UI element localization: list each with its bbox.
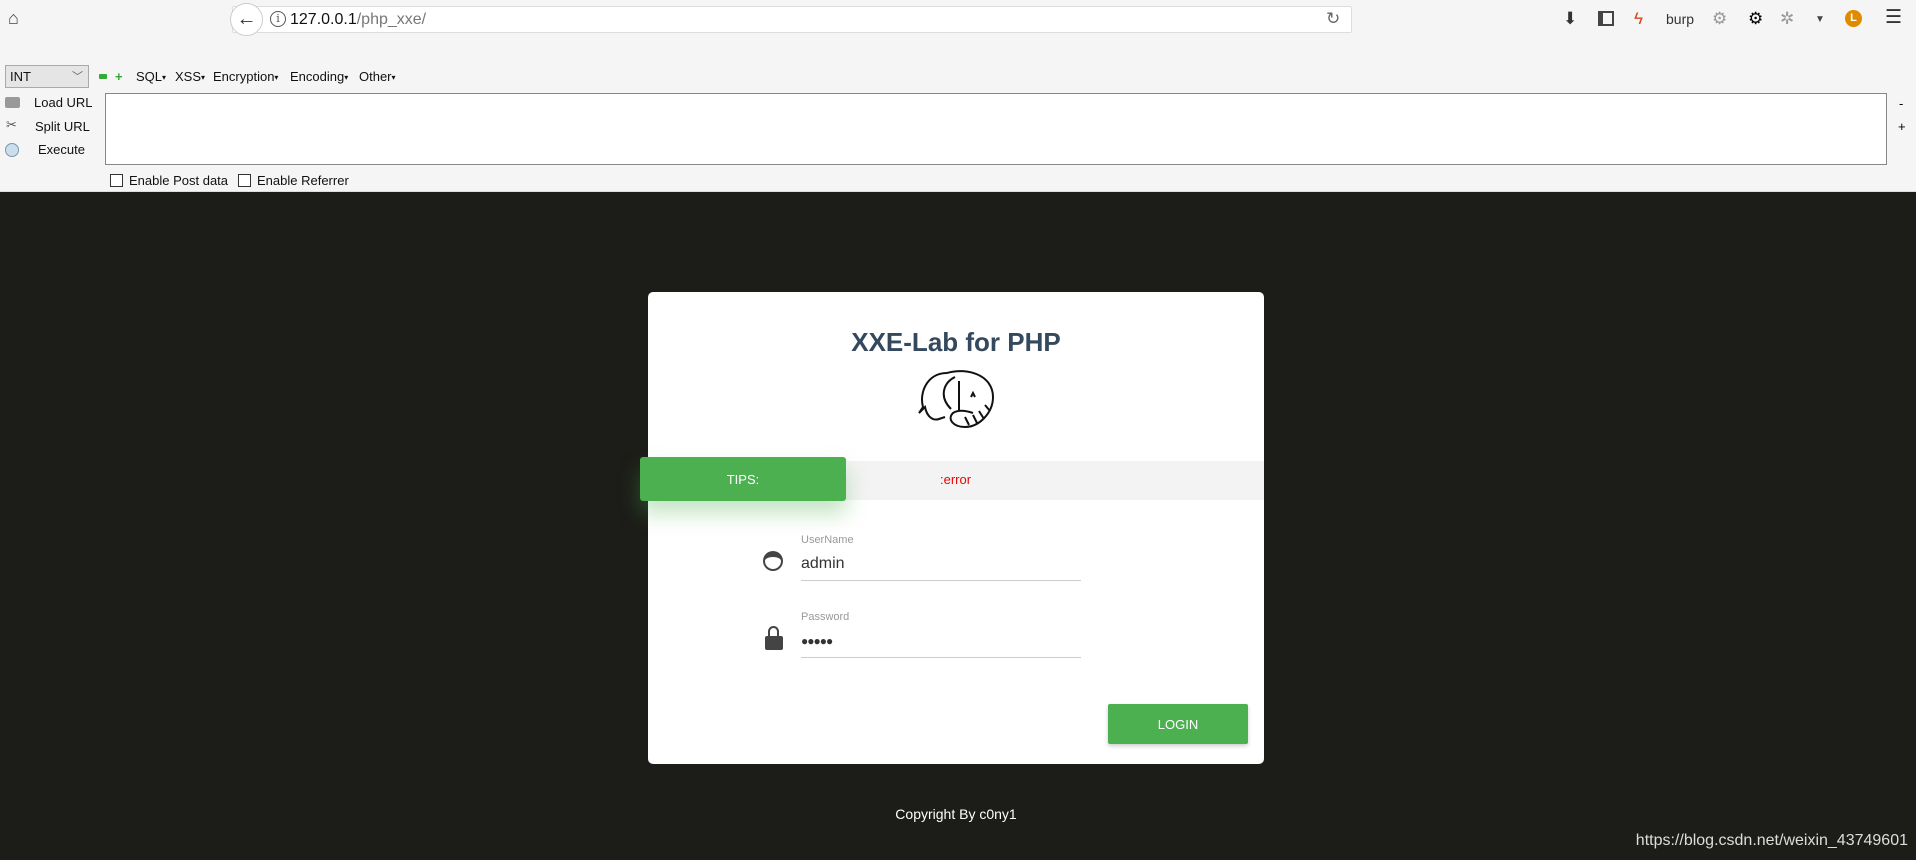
menu-icon[interactable]: ☰ [1885, 6, 1902, 29]
burp-button[interactable]: burp [1666, 11, 1694, 27]
extension-l-icon[interactable]: L [1845, 10, 1862, 27]
url-text[interactable]: 127.0.0.1/php_xxe/ [290, 11, 426, 29]
password-underline [801, 657, 1081, 658]
grow-button[interactable]: + [1898, 119, 1906, 134]
menu-encoding[interactable]: Encoding [290, 69, 348, 84]
login-button[interactable]: LOGIN [1108, 704, 1248, 744]
page-title: XXE-Lab for PHP [851, 327, 1061, 357]
chevron-down-icon[interactable]: ▼ [1815, 14, 1825, 25]
enable-post-label: Enable Post data [129, 173, 229, 188]
shrink-button[interactable]: - [1899, 96, 1903, 111]
back-button[interactable]: ← [230, 3, 263, 36]
sidebar-icon[interactable] [1598, 11, 1614, 26]
split-url-button[interactable]: Split URL [35, 119, 90, 134]
execute-icon [5, 143, 19, 157]
menu-xss[interactable]: XSS [175, 69, 205, 84]
scissors-icon: ✂ [6, 117, 17, 132]
login-card [648, 292, 1264, 764]
enable-referrer-checkbox[interactable]: Enable Referrer [238, 173, 349, 188]
menu-sql[interactable]: SQL [136, 69, 166, 84]
menu-encryption[interactable]: Encryption [213, 69, 278, 84]
settings-gray-icon[interactable]: ⚙ [1712, 9, 1727, 29]
user-icon [763, 551, 783, 571]
menu-other[interactable]: Other [359, 69, 396, 84]
enable-post-checkbox[interactable]: Enable Post data [110, 173, 228, 188]
execute-button[interactable]: Execute [38, 142, 85, 157]
type-select[interactable]: INT ﹀ [5, 65, 89, 88]
username-label: UserName [801, 534, 854, 546]
password-input[interactable]: ●●●●● [801, 634, 833, 648]
password-label: Password [801, 611, 850, 623]
plus-icon[interactable]: + [115, 69, 123, 84]
reload-icon[interactable]: ↻ [1326, 9, 1340, 29]
download-icon[interactable]: ⬇ [1563, 9, 1577, 29]
username-underline [801, 580, 1081, 581]
bug-icon[interactable]: ✲ [1780, 9, 1794, 29]
url-textarea[interactable] [105, 93, 1887, 165]
elephant-logo-icon [918, 370, 995, 429]
lock-icon [765, 626, 783, 650]
enable-referrer-label: Enable Referrer [257, 173, 349, 188]
info-icon[interactable]: i [270, 11, 286, 27]
minus-icon[interactable] [99, 74, 107, 79]
username-input[interactable]: admin [801, 555, 845, 573]
load-url-icon [5, 97, 20, 108]
tips-label: TIPS: [640, 457, 846, 501]
load-url-button[interactable]: Load URL [34, 95, 93, 110]
browser-chrome: ⌂ ← i 127.0.0.1/php_xxe/ ↻ ⬇ ϟ burp ⚙ ⚙ … [0, 0, 1916, 192]
watermark: https://blog.csdn.net/weixin_43749601 [1635, 832, 1908, 849]
home-icon[interactable]: ⌂ [8, 8, 19, 29]
gear-icon[interactable]: ⚙ [1748, 9, 1763, 29]
tips-message: :error [940, 472, 972, 487]
copyright: Copyright By c0ny1 [895, 806, 1017, 822]
plugin-icon[interactable]: ϟ [1634, 9, 1643, 29]
